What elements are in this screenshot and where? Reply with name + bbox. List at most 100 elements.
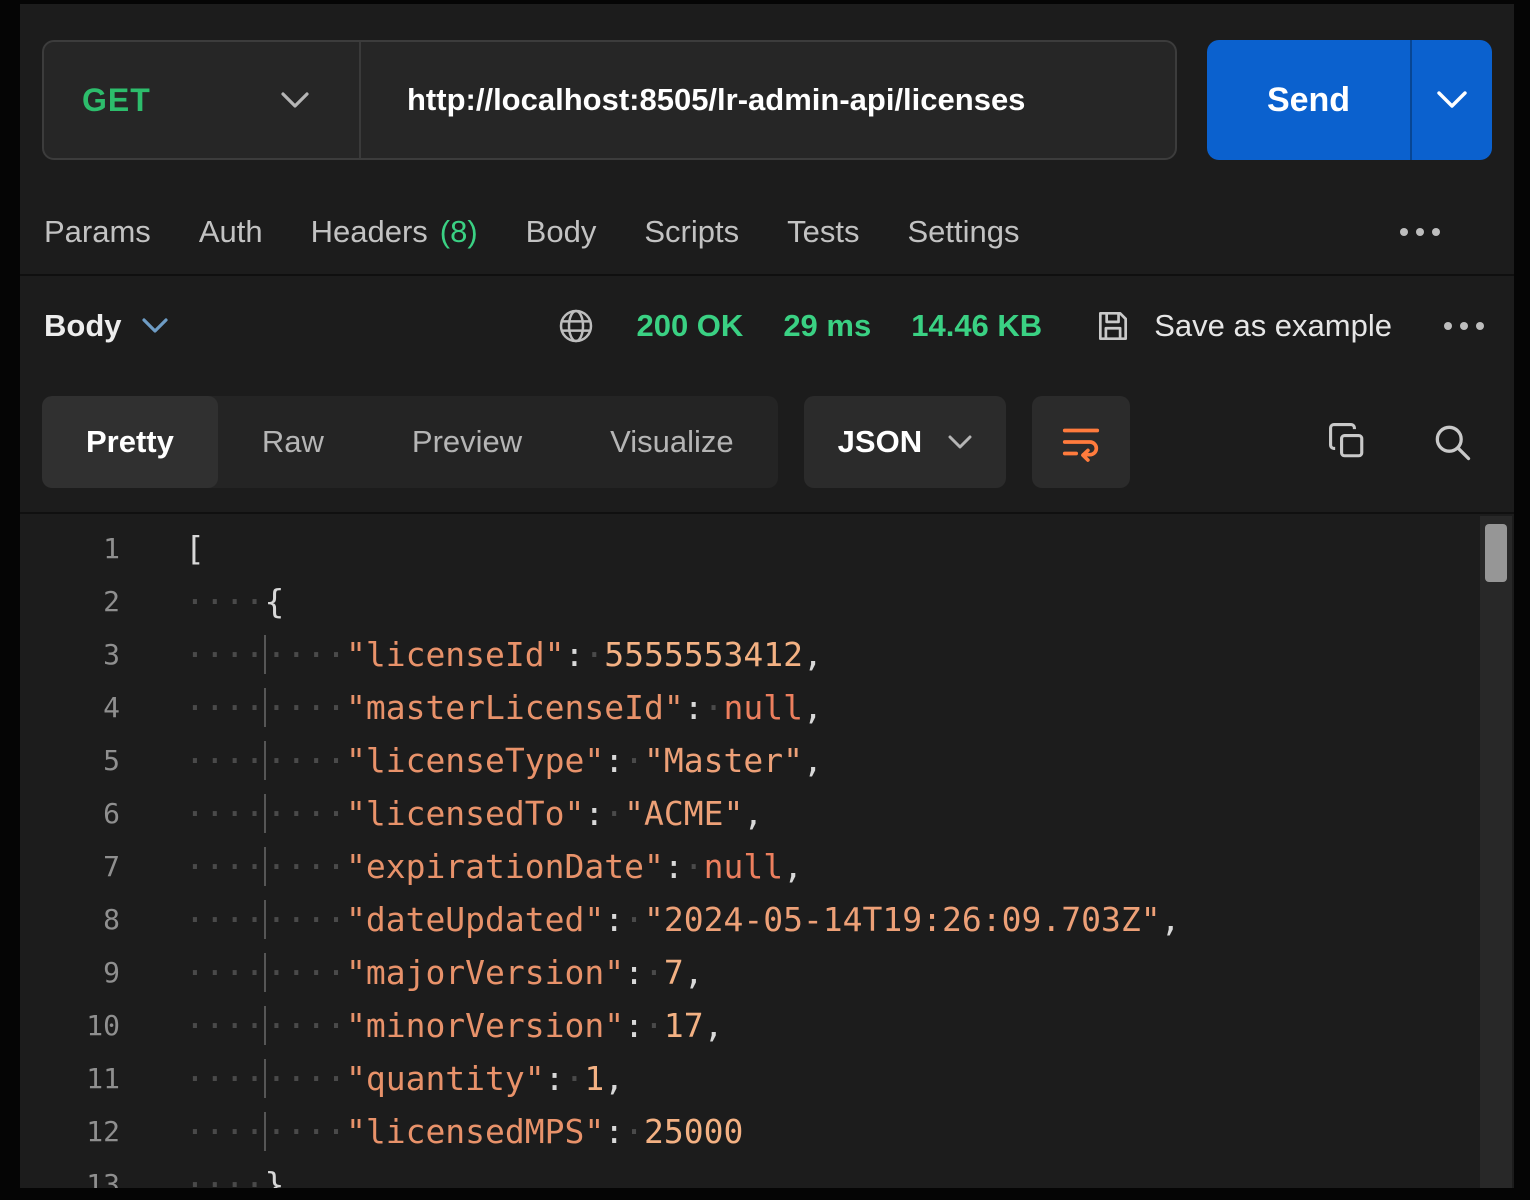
tab-tests[interactable]: Tests bbox=[787, 214, 859, 250]
response-pane-select[interactable]: Body bbox=[44, 308, 168, 344]
scrollbar-thumb[interactable] bbox=[1485, 524, 1507, 582]
url-bar: GET http://localhost:8505/lr-admin-api/l… bbox=[42, 40, 1177, 160]
response-status-group: 200 OK 29 ms 14.46 KB bbox=[556, 306, 1042, 346]
line-number: 4 bbox=[20, 681, 120, 734]
tab-label: Params bbox=[44, 214, 151, 250]
url-input[interactable]: http://localhost:8505/lr-admin-api/licen… bbox=[361, 82, 1175, 118]
section-divider bbox=[20, 274, 1514, 276]
code-content: ········"licensedTo":·"ACME", bbox=[120, 787, 763, 840]
code-line: 7········"expirationDate":·null, bbox=[20, 840, 1514, 893]
line-number: 5 bbox=[20, 734, 120, 787]
view-tab-label: Raw bbox=[262, 424, 324, 460]
response-more-options-icon[interactable] bbox=[1444, 322, 1484, 330]
code-content: ········"quantity":·1, bbox=[120, 1052, 624, 1105]
send-options-button[interactable] bbox=[1412, 40, 1492, 160]
code-content: ········"licenseId":·5555553412, bbox=[120, 628, 823, 681]
tab-label: Auth bbox=[199, 214, 263, 250]
tab-auth[interactable]: Auth bbox=[199, 214, 263, 250]
request-bar: GET http://localhost:8505/lr-admin-api/l… bbox=[20, 4, 1514, 160]
response-size[interactable]: 14.46 KB bbox=[911, 308, 1042, 344]
line-number: 2 bbox=[20, 575, 120, 628]
response-editor[interactable]: 1[2····{3········"licenseId":·5555553412… bbox=[20, 512, 1514, 1188]
globe-icon[interactable] bbox=[556, 306, 596, 346]
copy-icon[interactable] bbox=[1326, 420, 1370, 464]
language-label: JSON bbox=[838, 424, 922, 460]
code-line: 9········"majorVersion":·7, bbox=[20, 946, 1514, 999]
code-content: ········"majorVersion":·7, bbox=[120, 946, 704, 999]
code-line: 5········"licenseType":·"Master", bbox=[20, 734, 1514, 787]
tab-label: Scripts bbox=[644, 214, 739, 250]
code-content: ········"licenseType":·"Master", bbox=[120, 734, 823, 787]
tab-raw[interactable]: Raw bbox=[218, 396, 368, 488]
tab-headers[interactable]: Headers (8) bbox=[311, 214, 478, 250]
code-content: ········"dateUpdated":·"2024-05-14T19:26… bbox=[120, 893, 1180, 946]
line-number: 11 bbox=[20, 1052, 120, 1105]
tab-pretty[interactable]: Pretty bbox=[42, 396, 218, 488]
chevron-down-icon bbox=[948, 435, 972, 450]
request-tabs: Params Auth Headers (8) Body Scripts Tes… bbox=[20, 204, 1514, 260]
view-tab-label: Visualize bbox=[610, 424, 734, 460]
tab-label: Settings bbox=[907, 214, 1019, 250]
tab-visualize[interactable]: Visualize bbox=[566, 396, 778, 488]
code-content: ········"masterLicenseId":·null, bbox=[120, 681, 823, 734]
response-meta-bar: Body 200 OK 29 ms 14.46 KB Save as examp… bbox=[20, 298, 1514, 354]
code-lines: 1[2····{3········"licenseId":·5555553412… bbox=[20, 514, 1514, 1188]
code-content: ········"licensedMPS":·25000 bbox=[120, 1105, 743, 1158]
tab-preview[interactable]: Preview bbox=[368, 396, 566, 488]
tab-scripts[interactable]: Scripts bbox=[644, 214, 739, 250]
code-line: 2····{ bbox=[20, 575, 1514, 628]
tab-label: Body bbox=[526, 214, 597, 250]
line-number: 9 bbox=[20, 946, 120, 999]
language-select[interactable]: JSON bbox=[804, 396, 1006, 488]
status-code[interactable]: 200 OK bbox=[636, 308, 743, 344]
line-number: 13 bbox=[20, 1158, 120, 1188]
tab-body[interactable]: Body bbox=[526, 214, 597, 250]
code-line: 4········"masterLicenseId":·null, bbox=[20, 681, 1514, 734]
send-button-label: Send bbox=[1207, 81, 1410, 120]
method-select[interactable]: GET bbox=[44, 42, 359, 158]
line-number: 1 bbox=[20, 522, 120, 575]
response-view-bar: Pretty Raw Preview Visualize JSON bbox=[20, 396, 1514, 488]
code-line: 3········"licenseId":·5555553412, bbox=[20, 628, 1514, 681]
send-button[interactable]: Send bbox=[1207, 40, 1492, 160]
code-line: 13····}, bbox=[20, 1158, 1514, 1188]
line-number: 6 bbox=[20, 787, 120, 840]
scrollbar[interactable] bbox=[1480, 516, 1512, 1188]
line-number: 12 bbox=[20, 1105, 120, 1158]
code-content: ····{ bbox=[120, 575, 284, 628]
view-tab-label: Preview bbox=[412, 424, 522, 460]
app-window: GET http://localhost:8505/lr-admin-api/l… bbox=[0, 0, 1530, 1200]
code-line: 11········"quantity":·1, bbox=[20, 1052, 1514, 1105]
code-content: ········"expirationDate":·null, bbox=[120, 840, 803, 893]
line-number: 7 bbox=[20, 840, 120, 893]
wrap-text-button[interactable] bbox=[1032, 396, 1130, 488]
line-number: 3 bbox=[20, 628, 120, 681]
code-content: ····}, bbox=[120, 1158, 304, 1188]
response-time[interactable]: 29 ms bbox=[783, 308, 871, 344]
wrap-text-icon bbox=[1058, 419, 1104, 465]
more-options-icon[interactable] bbox=[1400, 228, 1440, 236]
response-view-tabs: Pretty Raw Preview Visualize bbox=[42, 396, 778, 488]
line-number: 10 bbox=[20, 999, 120, 1052]
tab-params[interactable]: Params bbox=[44, 214, 151, 250]
chevron-down-icon bbox=[1437, 91, 1467, 109]
tab-label: Tests bbox=[787, 214, 859, 250]
tab-settings[interactable]: Settings bbox=[907, 214, 1019, 250]
save-as-example-label: Save as example bbox=[1154, 308, 1392, 344]
code-line: 8········"dateUpdated":·"2024-05-14T19:2… bbox=[20, 893, 1514, 946]
code-content: [ bbox=[120, 522, 205, 575]
save-icon bbox=[1094, 307, 1132, 345]
response-pane-label: Body bbox=[44, 308, 122, 344]
code-content: ········"minorVersion":·17, bbox=[120, 999, 724, 1052]
code-line: 10········"minorVersion":·17, bbox=[20, 999, 1514, 1052]
tab-label: Headers bbox=[311, 214, 428, 250]
code-line: 6········"licensedTo":·"ACME", bbox=[20, 787, 1514, 840]
headers-count-badge: (8) bbox=[440, 214, 478, 250]
code-line: 12········"licensedMPS":·25000 bbox=[20, 1105, 1514, 1158]
chevron-down-icon bbox=[281, 92, 309, 109]
method-label: GET bbox=[82, 82, 151, 119]
save-as-example-button[interactable]: Save as example bbox=[1094, 307, 1392, 345]
search-icon[interactable] bbox=[1430, 420, 1474, 464]
code-line: 1[ bbox=[20, 522, 1514, 575]
view-tab-label: Pretty bbox=[86, 424, 174, 460]
